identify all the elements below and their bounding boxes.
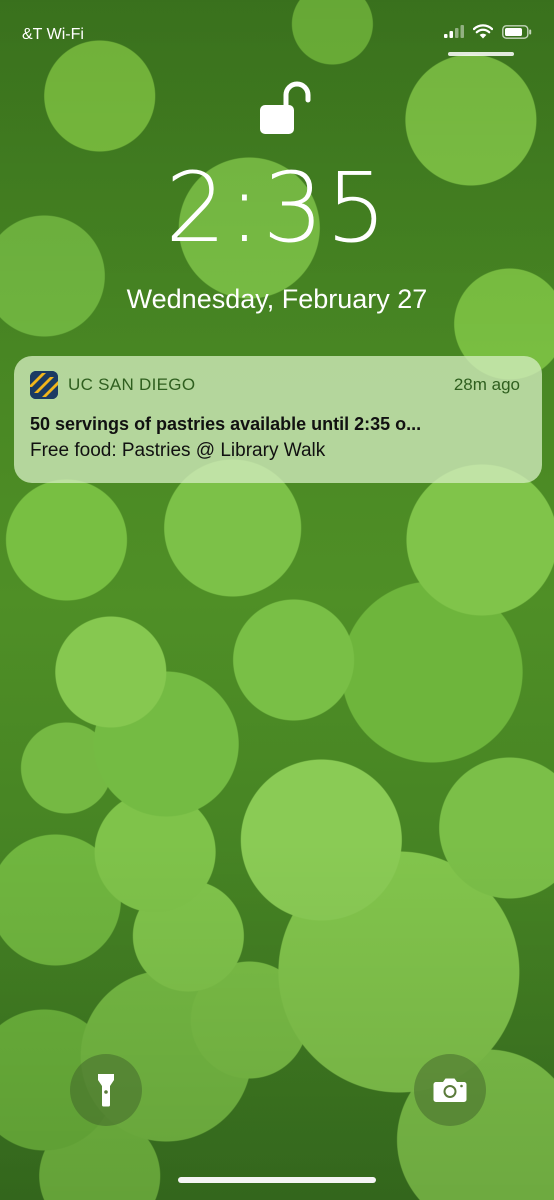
flashlight-button[interactable]: [70, 1054, 142, 1126]
notification-app-name: UC SAN DIEGO: [68, 375, 196, 394]
cellular-signal-icon: [444, 25, 464, 38]
uc-san-diego-app-icon: [30, 371, 58, 399]
notification-card[interactable]: UC SAN DIEGO 28m ago 50 servings of past…: [14, 356, 542, 483]
notification-title: 50 servings of pastries available until …: [30, 414, 422, 434]
wifi-icon: [473, 24, 493, 39]
notification-body: Free food: Pastries @ Library Walk: [30, 440, 326, 461]
home-indicator[interactable]: [178, 1177, 376, 1183]
date-label: Wednesday, February 27: [126, 284, 428, 314]
notification-time: 28m ago: [453, 375, 520, 394]
status-bar: &T Wi-Fi: [0, 0, 554, 66]
clock-time: 2:35: [165, 152, 389, 264]
unlocked-padlock-icon: [258, 80, 312, 141]
camera-icon: [433, 1078, 467, 1102]
notification-header: UC SAN DIEGO 28m ago: [30, 371, 520, 399]
battery-icon: [502, 24, 532, 39]
carrier-label: &T Wi-Fi: [22, 26, 84, 43]
status-icons: [444, 24, 532, 39]
camera-button[interactable]: [414, 1054, 486, 1126]
flashlight-icon: [98, 1074, 114, 1107]
control-center-indicator[interactable]: [448, 52, 514, 56]
